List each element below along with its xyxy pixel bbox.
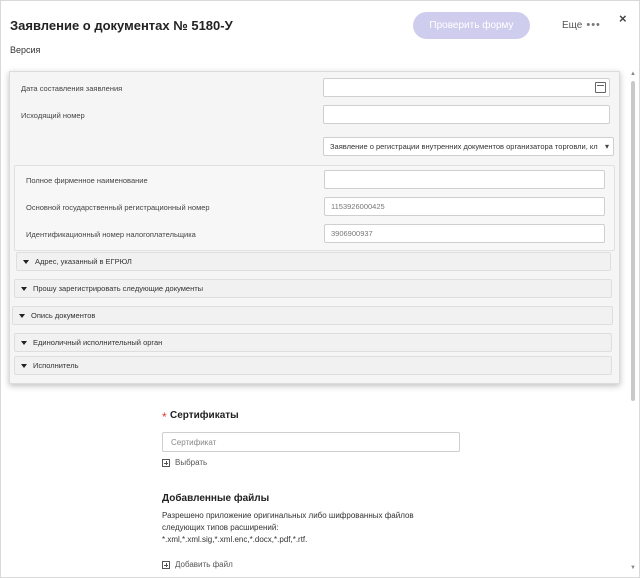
select-certificate-button[interactable]: Выбрать — [162, 458, 207, 467]
plus-box-icon — [162, 458, 170, 467]
certificates-title: Сертификаты — [170, 410, 239, 421]
ogrn-field[interactable]: 1153926000425 — [324, 197, 605, 216]
add-file-button[interactable]: Добавить файл — [162, 560, 233, 569]
collapse-triangle-icon — [21, 363, 27, 368]
section-inventory-label: Опись документов — [31, 311, 96, 320]
section-address-label: Адрес, указанный в ЕГРЮЛ — [35, 257, 132, 266]
application-type-select[interactable]: Заявление о регистрации внутренних докум… — [323, 137, 614, 156]
files-description: Разрешено приложение оригинальных либо ш… — [162, 510, 442, 546]
added-files-title: Добавленные файлы — [162, 493, 270, 504]
more-menu[interactable]: Еще ••• — [562, 19, 601, 31]
section-inventory[interactable]: Опись документов — [12, 306, 613, 325]
date-label: Дата составления заявления — [21, 84, 123, 93]
section-executive-body-label: Единоличный исполнительный орган — [33, 338, 163, 347]
certificate-placeholder: Сертификат — [171, 437, 217, 447]
inn-field[interactable]: 3906900937 — [324, 224, 605, 243]
page-title: Заявление о документах № 5180-У — [10, 18, 233, 33]
collapse-triangle-icon — [19, 313, 25, 318]
ogrn-value: 1153926000425 — [331, 202, 385, 211]
calendar-icon[interactable] — [595, 82, 606, 93]
section-executive-body[interactable]: Единоличный исполнительный орган — [14, 333, 612, 352]
ogrn-label: Основной государственный регистрационный… — [26, 203, 210, 212]
collapse-triangle-icon — [21, 286, 27, 291]
scroll-up-icon[interactable]: ▲ — [630, 71, 636, 77]
more-dots-icon: ••• — [586, 19, 601, 31]
files-description-line: *.xml,*.xml.sig,*.xml.enc,*.docx,*.pdf,*… — [162, 535, 308, 544]
plus-box-icon — [162, 560, 170, 569]
section-address[interactable]: Адрес, указанный в ЕГРЮЛ — [16, 252, 611, 271]
section-executor[interactable]: Исполнитель — [14, 356, 612, 375]
date-field[interactable] — [323, 78, 610, 97]
scrollbar[interactable]: ▲ ▼ — [630, 71, 636, 571]
dropdown-arrow-icon: ▾ — [604, 142, 609, 151]
section-executor-label: Исполнитель — [33, 361, 79, 370]
close-icon[interactable]: × — [619, 11, 627, 26]
collapse-triangle-icon — [23, 259, 29, 264]
required-mark: * — [162, 410, 167, 424]
section-register-documents[interactable]: Прошу зарегистрировать следующие докумен… — [14, 279, 612, 298]
inn-label: Идентификационный номер налогоплательщик… — [26, 230, 196, 239]
section-register-documents-label: Прошу зарегистрировать следующие докумен… — [33, 284, 204, 293]
files-description-line: следующих типов расширений: — [162, 523, 279, 532]
check-form-button[interactable]: Проверить форму — [413, 12, 530, 39]
files-description-line: Разрешено приложение оригинальных либо ш… — [162, 511, 414, 520]
select-certificate-label: Выбрать — [175, 458, 208, 467]
application-type-value: Заявление о регистрации внутренних докум… — [330, 142, 598, 151]
full-name-label: Полное фирменное наименование — [26, 176, 148, 185]
full-name-field[interactable] — [324, 170, 605, 189]
more-label: Еще — [562, 19, 583, 31]
outgoing-number-field[interactable] — [323, 105, 610, 124]
scrollbar-thumb[interactable] — [631, 81, 635, 401]
application-window: Заявление о документах № 5180-У Версия П… — [0, 0, 640, 578]
outgoing-number-label: Исходящий номер — [21, 111, 85, 120]
form-card: Дата составления заявления Исходящий ном… — [9, 71, 620, 384]
organization-block: Полное фирменное наименование Основной г… — [14, 165, 615, 251]
collapse-triangle-icon — [21, 340, 27, 345]
scroll-down-icon[interactable]: ▼ — [630, 565, 636, 571]
certificate-input[interactable]: Сертификат — [162, 432, 460, 452]
add-file-label: Добавить файл — [175, 560, 233, 569]
version-link[interactable]: Версия — [10, 45, 40, 55]
inn-value: 3906900937 — [331, 229, 373, 238]
